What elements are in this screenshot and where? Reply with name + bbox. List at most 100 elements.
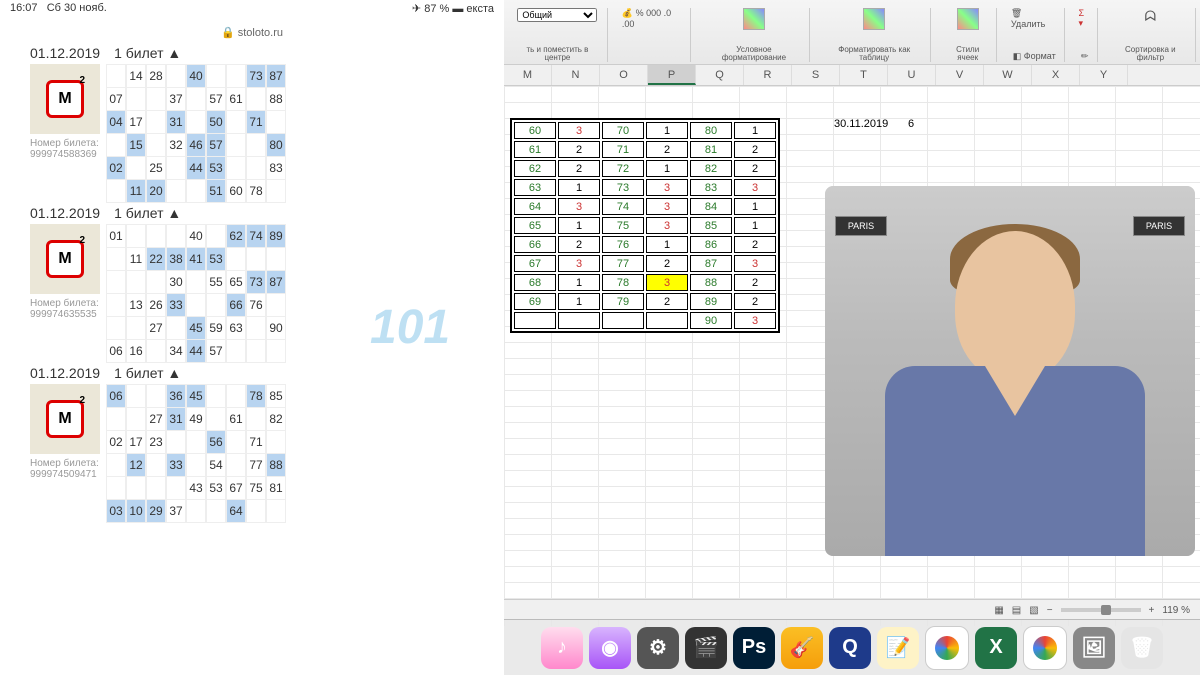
- dock-app-icon[interactable]: 🖼: [1073, 627, 1115, 669]
- ticket-count[interactable]: 1 билет ▲: [114, 45, 181, 61]
- data-cell[interactable]: 2: [646, 141, 688, 158]
- col-header-Q[interactable]: Q: [696, 65, 744, 85]
- col-header-T[interactable]: T: [840, 65, 888, 85]
- format-button[interactable]: ◧ Формат: [1013, 51, 1056, 62]
- col-header-U[interactable]: U: [888, 65, 936, 85]
- dock-app-icon[interactable]: Ps: [733, 627, 775, 669]
- data-cell[interactable]: 2: [558, 236, 600, 253]
- ticket-count[interactable]: 1 билет ▲: [114, 205, 181, 221]
- dock-app-icon[interactable]: X: [975, 627, 1017, 669]
- data-cell[interactable]: 1: [558, 217, 600, 234]
- col-header-S[interactable]: S: [792, 65, 840, 85]
- data-cell[interactable]: 90: [690, 312, 732, 329]
- column-headers[interactable]: MNOPQRSTUVWXY: [504, 65, 1200, 86]
- data-cell[interactable]: 81: [690, 141, 732, 158]
- dock-app-icon[interactable]: 📝: [877, 627, 919, 669]
- url-bar[interactable]: 🔒 stoloto.ru: [0, 24, 504, 41]
- data-cell[interactable]: 3: [646, 198, 688, 215]
- dock-app-icon[interactable]: 🎬: [685, 627, 727, 669]
- excel-ribbon[interactable]: Общийть и поместить в центре 💰 % 000 .0 …: [504, 0, 1200, 65]
- conditional-format-icon[interactable]: [743, 8, 765, 30]
- data-cell[interactable]: 79: [602, 293, 644, 310]
- data-cell[interactable]: 61: [514, 141, 556, 158]
- data-cell[interactable]: 68: [514, 274, 556, 291]
- data-cell[interactable]: 73: [602, 179, 644, 196]
- data-cell[interactable]: 76: [602, 236, 644, 253]
- dock-app-icon[interactable]: ♪: [541, 627, 583, 669]
- data-cell[interactable]: 3: [646, 274, 688, 291]
- data-cell[interactable]: 1: [558, 179, 600, 196]
- col-header-R[interactable]: R: [744, 65, 792, 85]
- data-cell[interactable]: 2: [646, 255, 688, 272]
- ticket-count[interactable]: 1 билет ▲: [114, 365, 181, 381]
- dock-app-icon[interactable]: ◉: [589, 627, 631, 669]
- data-cell[interactable]: 2: [734, 293, 776, 310]
- data-cell[interactable]: 1: [646, 122, 688, 139]
- cell-date[interactable]: 30.11.2019: [834, 118, 888, 130]
- data-cell[interactable]: 3: [646, 217, 688, 234]
- zoom-slider[interactable]: [1061, 608, 1141, 612]
- data-cell[interactable]: 84: [690, 198, 732, 215]
- data-cell[interactable]: 1: [734, 198, 776, 215]
- data-cell[interactable]: 1: [734, 122, 776, 139]
- data-cell[interactable]: 77: [602, 255, 644, 272]
- col-header-O[interactable]: O: [600, 65, 648, 85]
- delete-button[interactable]: 🗑 Удалить: [1011, 8, 1058, 29]
- zoom-out[interactable]: −: [1047, 605, 1053, 616]
- data-cell[interactable]: 1: [734, 217, 776, 234]
- data-cell[interactable]: 2: [734, 236, 776, 253]
- zoom-in[interactable]: +: [1149, 605, 1155, 616]
- data-cell[interactable]: 1: [558, 274, 600, 291]
- data-cell[interactable]: 1: [646, 160, 688, 177]
- data-cell[interactable]: 1: [646, 236, 688, 253]
- data-cell[interactable]: [558, 312, 600, 329]
- data-cell[interactable]: 62: [514, 160, 556, 177]
- col-header-Y[interactable]: Y: [1080, 65, 1128, 85]
- data-cell[interactable]: 69: [514, 293, 556, 310]
- col-header-W[interactable]: W: [984, 65, 1032, 85]
- col-header-P[interactable]: P: [648, 65, 696, 85]
- data-cell[interactable]: 88: [690, 274, 732, 291]
- data-cell[interactable]: 74: [602, 198, 644, 215]
- data-cell[interactable]: 3: [558, 198, 600, 215]
- data-cell[interactable]: 2: [734, 141, 776, 158]
- data-cell[interactable]: 2: [558, 141, 600, 158]
- data-cell[interactable]: 60: [514, 122, 556, 139]
- data-cell[interactable]: 82: [690, 160, 732, 177]
- data-cell[interactable]: 65: [514, 217, 556, 234]
- data-cell[interactable]: 89: [690, 293, 732, 310]
- dock-app-icon[interactable]: 🗑: [1121, 627, 1163, 669]
- format-table-icon[interactable]: [863, 8, 885, 30]
- spreadsheet-grid[interactable]: 6037018016127128126227218226317338336437…: [504, 86, 1200, 626]
- zoom-level[interactable]: 119 %: [1162, 605, 1190, 616]
- col-header-M[interactable]: M: [504, 65, 552, 85]
- data-cell[interactable]: [602, 312, 644, 329]
- cell-six[interactable]: 6: [908, 118, 914, 130]
- data-cell[interactable]: 2: [734, 274, 776, 291]
- data-cell[interactable]: 3: [734, 179, 776, 196]
- view-layout-icon[interactable]: ▤: [1012, 605, 1021, 616]
- col-header-N[interactable]: N: [552, 65, 600, 85]
- data-cell[interactable]: 67: [514, 255, 556, 272]
- data-cell[interactable]: 3: [558, 122, 600, 139]
- sort-filter-icon[interactable]: ᗣ: [1145, 8, 1157, 25]
- data-cell[interactable]: 64: [514, 198, 556, 215]
- macos-dock[interactable]: ♪◉⚙🎬Ps🎸Q📝X🖼🗑: [504, 619, 1200, 675]
- col-header-V[interactable]: V: [936, 65, 984, 85]
- dock-app-icon[interactable]: [925, 626, 969, 670]
- data-cell[interactable]: 78: [602, 274, 644, 291]
- data-cell[interactable]: 3: [558, 255, 600, 272]
- data-cell[interactable]: 2: [734, 160, 776, 177]
- number-format-dropdown[interactable]: Общий: [517, 8, 597, 22]
- data-cell[interactable]: 83: [690, 179, 732, 196]
- cell-styles-icon[interactable]: [957, 8, 979, 30]
- col-header-X[interactable]: X: [1032, 65, 1080, 85]
- data-cell[interactable]: 63: [514, 179, 556, 196]
- data-cell[interactable]: 2: [646, 293, 688, 310]
- data-cell[interactable]: 71: [602, 141, 644, 158]
- data-cell[interactable]: [646, 312, 688, 329]
- excel-statusbar[interactable]: ▦ ▤ ▧ − + 119 %: [504, 599, 1200, 620]
- data-cell[interactable]: 70: [602, 122, 644, 139]
- data-table[interactable]: 6037018016127128126227218226317338336437…: [510, 118, 780, 333]
- data-cell[interactable]: 85: [690, 217, 732, 234]
